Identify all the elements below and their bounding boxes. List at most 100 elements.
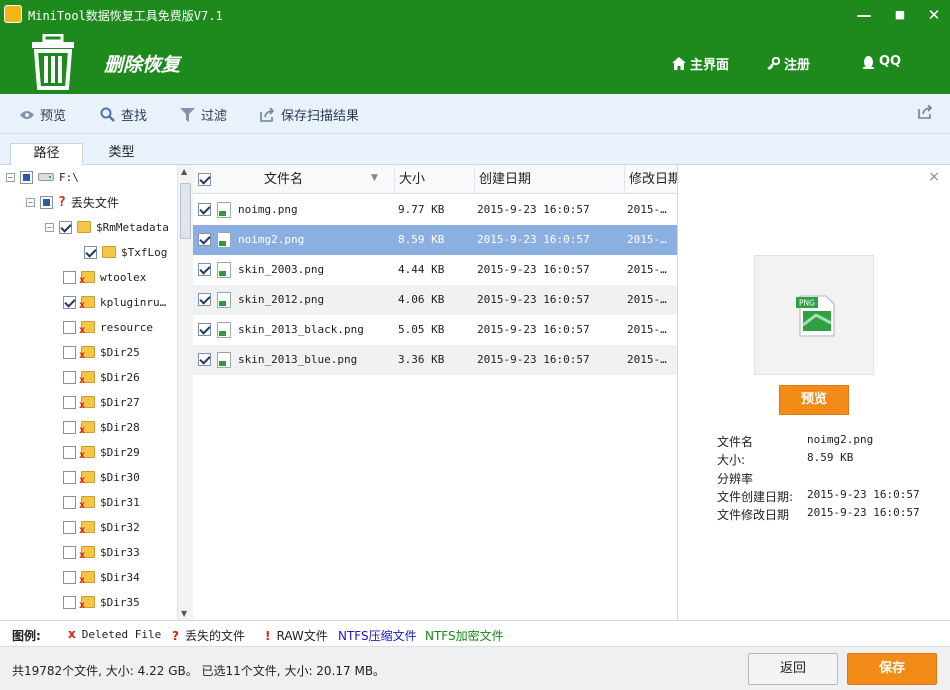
home-nav-button[interactable]: 主界面 [672, 54, 729, 73]
file-checkbox[interactable] [198, 203, 211, 216]
column-header-size[interactable]: 大小 [395, 165, 475, 194]
file-row[interactable]: skin_2003.png 4.44 KB 2015-9-23 16:0:57 201… [193, 255, 677, 285]
tree-node-folder[interactable]: x kpluginru… [63, 291, 166, 313]
tree-checkbox[interactable] [63, 295, 76, 309]
collapse-toggle-icon[interactable]: − [45, 222, 54, 232]
info-row-created: 文件创建日期: 2015-9-23 16:0:57 [717, 488, 920, 505]
info-label: 文件修改日期 [717, 508, 790, 522]
tree-checkbox[interactable] [63, 495, 76, 509]
file-size: 5.05 KB [398, 323, 445, 336]
trash-icon [32, 34, 74, 90]
tree-node-folder[interactable]: x $Dir25 [63, 341, 140, 363]
maximize-button[interactable]: ■ [888, 5, 912, 25]
collapse-toggle-icon[interactable]: − [6, 172, 15, 182]
info-row-modified: 文件修改日期 2015-9-23 16:0:57 [717, 506, 920, 523]
tree-scrollbar[interactable]: ▲ ▼ [177, 165, 193, 620]
file-checkbox[interactable] [198, 233, 211, 246]
tree-checkbox[interactable] [20, 170, 33, 184]
register-nav-button[interactable]: 注册 [767, 54, 810, 73]
file-size: 9.77 KB [398, 203, 445, 216]
deleted-folder-icon: x [79, 546, 95, 561]
tree-node-folder[interactable]: x $Dir33 [63, 541, 140, 563]
find-tool-button[interactable]: 查找 [100, 105, 147, 124]
tree-checkbox[interactable] [84, 245, 97, 259]
tab-type[interactable]: 类型 [85, 143, 158, 165]
scroll-up-icon[interactable]: ▲ [181, 167, 187, 176]
deleted-folder-icon: x [79, 371, 95, 386]
preview-button[interactable]: 预览 [779, 385, 849, 415]
qq-nav-button[interactable]: QQ [862, 54, 901, 69]
tree-node-rmmetadata[interactable]: − $RmMetadata [45, 216, 169, 238]
tree-node-label: $Dir31 [100, 495, 140, 509]
file-modified: 2015-… [627, 233, 667, 246]
scroll-thumb[interactable] [180, 183, 191, 239]
tree-node-label: $TxfLog [121, 245, 168, 259]
deleted-folder-icon: x [79, 471, 95, 486]
file-row[interactable]: skin_2013_black.png 5.05 KB 2015-9-23 16:0… [193, 315, 677, 345]
tree-checkbox[interactable] [63, 470, 76, 484]
close-button[interactable]: ✕ [922, 5, 946, 25]
filter-tool-button[interactable]: 过滤 [180, 105, 227, 124]
tree-node-txflog[interactable]: $TxfLog [84, 241, 167, 263]
collapse-toggle-icon[interactable]: − [26, 197, 35, 207]
minimize-button[interactable]: — [852, 5, 876, 25]
column-name-label: 文件名 [264, 172, 304, 187]
tree-checkbox[interactable] [63, 595, 76, 609]
column-header-name[interactable]: 文件名 ▼ [193, 165, 395, 194]
tree-checkbox[interactable] [40, 195, 53, 209]
tree-node-label: $Dir28 [100, 420, 140, 434]
file-row[interactable]: noimg2.png 8.59 KB 2015-9-23 16:0:57 2015-… [193, 225, 677, 255]
preview-tool-button[interactable]: 预览 [20, 105, 66, 124]
info-row-size: 大小: 8.59 KB [717, 451, 853, 468]
tree-node-folder[interactable]: x $Dir32 [63, 516, 140, 538]
column-header-modified[interactable]: 修改日期 [625, 165, 677, 194]
tree-checkbox[interactable] [63, 545, 76, 559]
tree-node-folder[interactable]: x resource [63, 316, 153, 338]
save-scan-results-button[interactable]: 保存扫描结果 [260, 105, 359, 124]
exclamation-icon: ! [265, 628, 271, 643]
tree-checkbox[interactable] [63, 320, 76, 334]
tree-node-lost-files[interactable]: − ? 丢失文件 [26, 191, 119, 213]
export-corner-button[interactable] [918, 105, 933, 119]
file-checkbox[interactable] [198, 263, 211, 276]
select-all-checkbox[interactable] [198, 173, 211, 186]
tab-path[interactable]: 路径 [10, 143, 83, 166]
back-button[interactable]: 返回 [748, 653, 838, 685]
file-row[interactable]: noimg.png 9.77 KB 2015-9-23 16:0:57 2015-… [193, 195, 677, 225]
tree-node-folder[interactable]: x $Dir34 [63, 566, 140, 588]
tree-checkbox[interactable] [63, 345, 76, 359]
toolbar: 预览 查找 过滤 保存扫描结果 [0, 94, 950, 134]
tree-node-folder[interactable]: x $Dir28 [63, 416, 140, 438]
file-checkbox[interactable] [198, 293, 211, 306]
tree-checkbox[interactable] [59, 220, 72, 234]
file-row[interactable]: skin_2012.png 4.06 KB 2015-9-23 16:0:57 201… [193, 285, 677, 315]
tree-root-drive[interactable]: − F:\ [6, 166, 79, 188]
file-size: 3.36 KB [398, 353, 445, 366]
tree-checkbox[interactable] [63, 520, 76, 534]
file-checkbox[interactable] [198, 323, 211, 336]
tree-checkbox[interactable] [63, 370, 76, 384]
deleted-folder-icon: x [79, 496, 95, 511]
tree-checkbox[interactable] [63, 270, 76, 284]
file-checkbox[interactable] [198, 353, 211, 366]
filter-tool-label: 过滤 [201, 109, 228, 124]
tree-node-label: $Dir35 [100, 595, 140, 609]
close-preview-icon[interactable]: × [928, 169, 940, 185]
tree-node-folder[interactable]: x $Dir29 [63, 441, 140, 463]
info-label: 文件创建日期: [717, 490, 794, 504]
tree-checkbox[interactable] [63, 570, 76, 584]
scroll-down-icon[interactable]: ▼ [181, 609, 187, 618]
tree-node-folder[interactable]: x $Dir35 [63, 591, 140, 613]
tree-node-folder[interactable]: x $Dir26 [63, 366, 140, 388]
tree-node-folder[interactable]: x $Dir31 [63, 491, 140, 513]
save-button[interactable]: 保存 [847, 653, 937, 685]
file-row[interactable]: skin_2013_blue.png 3.36 KB 2015-9-23 16:0:… [193, 345, 677, 375]
tree-node-folder[interactable]: x $Dir27 [63, 391, 140, 413]
column-header-created[interactable]: 创建日期 [475, 165, 625, 194]
tree-checkbox[interactable] [63, 445, 76, 459]
tree-checkbox[interactable] [63, 420, 76, 434]
tree-checkbox[interactable] [63, 395, 76, 409]
tree-node-label: 丢失文件 [70, 195, 119, 210]
tree-node-folder[interactable]: x wtoolex [63, 266, 146, 288]
tree-node-folder[interactable]: x $Dir30 [63, 466, 140, 488]
